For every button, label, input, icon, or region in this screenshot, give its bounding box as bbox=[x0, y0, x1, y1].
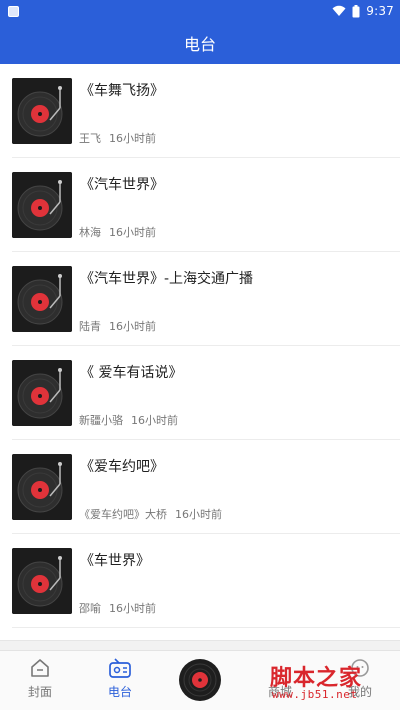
item-author: 邵喻 bbox=[79, 602, 101, 615]
app-header: 电台 bbox=[0, 22, 400, 64]
play-record-button[interactable] bbox=[178, 658, 222, 702]
item-title: 《爱车约吧》 bbox=[80, 459, 164, 475]
page-title: 电台 bbox=[183, 35, 216, 54]
list-item[interactable]: 《车舞飞扬》 王飞 16小时前 bbox=[12, 64, 400, 158]
tab-radio[interactable]: 电台 bbox=[92, 655, 148, 709]
user-icon bbox=[349, 655, 371, 681]
item-author: 《爱车约吧》大桥 bbox=[79, 508, 167, 521]
nav-separator bbox=[0, 640, 400, 650]
item-time: 16小时前 bbox=[175, 508, 222, 521]
item-time: 16小时前 bbox=[109, 320, 156, 333]
item-author: 陆青 bbox=[79, 320, 101, 333]
radio-list[interactable]: 《车舞飞扬》 王飞 16小时前 《汽车世界》 林海 16小时前 《汽车世界》-上… bbox=[0, 64, 400, 640]
item-author: 王飞 bbox=[79, 132, 101, 145]
battery-icon bbox=[352, 4, 360, 18]
item-title: 《车世界》 bbox=[80, 553, 150, 569]
item-title: 《汽车世界》-上海交通广播 bbox=[80, 271, 254, 287]
tab-mine-label: 我的 bbox=[347, 685, 372, 699]
wifi-icon bbox=[332, 5, 346, 17]
item-title: 《 爱车有话说》 bbox=[80, 365, 183, 381]
tab-mall[interactable]: 商城 bbox=[252, 655, 308, 709]
item-author: 林海 bbox=[79, 226, 101, 239]
item-time: 16小时前 bbox=[109, 226, 156, 239]
list-item[interactable]: 《汽车世界》 林海 16小时前 bbox=[12, 158, 400, 252]
tab-radio-label: 电台 bbox=[107, 685, 132, 699]
record-thumbnail bbox=[12, 78, 72, 144]
list-item[interactable]: 《爱车约吧》 《爱车约吧》大桥 16小时前 bbox=[12, 440, 400, 534]
notification-icon bbox=[8, 5, 19, 17]
item-time: 16小时前 bbox=[131, 414, 178, 427]
list-item[interactable]: 《车世界》 邵喻 16小时前 bbox=[12, 534, 400, 628]
record-thumbnail bbox=[12, 266, 72, 332]
list-item[interactable]: 《汽车世界》-上海交通广播 陆青 16小时前 bbox=[12, 252, 400, 346]
tab-home-label: 封面 bbox=[27, 685, 52, 699]
item-title: 《汽车世界》 bbox=[80, 177, 164, 193]
tab-mine[interactable]: 我的 bbox=[332, 655, 388, 709]
record-thumbnail bbox=[12, 548, 72, 614]
record-thumbnail bbox=[12, 172, 72, 238]
item-author: 新疆小骆 bbox=[79, 414, 123, 427]
item-time: 16小时前 bbox=[109, 132, 156, 145]
tab-home[interactable]: 封面 bbox=[12, 655, 68, 709]
item-title: 《车舞飞扬》 bbox=[80, 83, 164, 99]
record-thumbnail bbox=[12, 454, 72, 520]
item-time: 16小时前 bbox=[109, 602, 156, 615]
status-bar: 9:37 bbox=[0, 0, 400, 22]
status-time: 9:37 bbox=[366, 4, 394, 18]
list-item[interactable]: 《 爱车有话说》 新疆小骆 16小时前 bbox=[12, 346, 400, 440]
record-thumbnail bbox=[12, 360, 72, 426]
tab-mall-label: 商城 bbox=[267, 685, 292, 699]
radio-icon bbox=[108, 655, 132, 681]
home-icon bbox=[29, 655, 51, 681]
